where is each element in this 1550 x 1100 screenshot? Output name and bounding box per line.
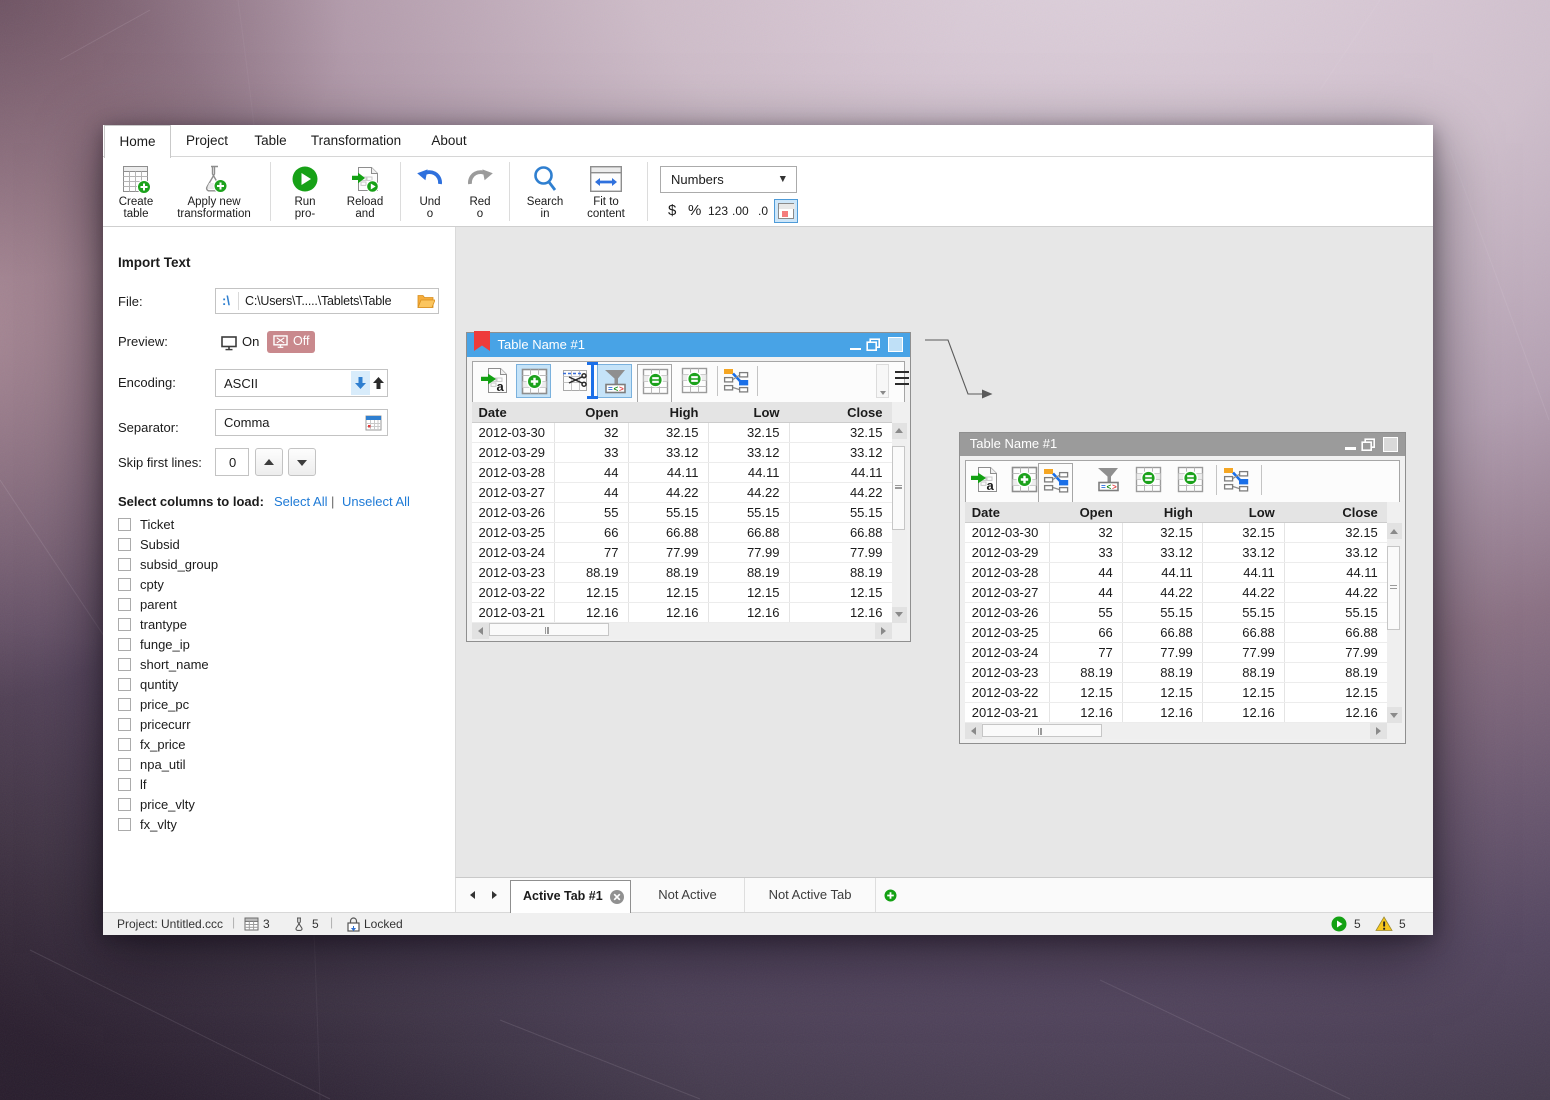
svg-text:=: = bbox=[1101, 484, 1106, 493]
svg-text:>: > bbox=[1112, 484, 1117, 493]
svg-text:=: = bbox=[608, 385, 613, 394]
svg-text:<: < bbox=[614, 385, 619, 394]
svg-text:a: a bbox=[497, 379, 505, 394]
svg-text:a: a bbox=[986, 478, 994, 493]
svg-text:>: > bbox=[619, 385, 624, 394]
svg-text:<: < bbox=[1107, 484, 1112, 493]
